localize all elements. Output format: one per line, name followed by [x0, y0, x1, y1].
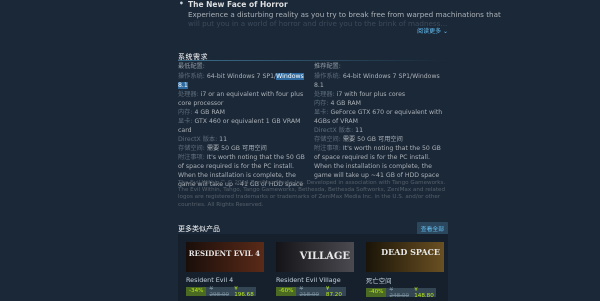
price-block: -60% ¥ 218.00 ¥ 87.20	[276, 285, 346, 298]
description-fade-text: will put you in a world of horror and dr…	[188, 19, 448, 28]
product-name[interactable]: 死亡空间	[366, 276, 444, 285]
memory-key: 内存:	[178, 109, 193, 116]
read-more-link[interactable]: 阅读更多 ⌄	[417, 26, 448, 35]
content-column: The New Face of Horror Experience a dist…	[170, 0, 501, 301]
os-key: 操作系统:	[314, 73, 341, 80]
discount-badge: -34%	[186, 287, 207, 296]
rec-gpu: 显卡: GeForce GTX 670 or equivalent with 4…	[314, 108, 446, 126]
min-gpu: 显卡: GTX 460 or equivalent 1 GB VRAM card	[178, 117, 310, 135]
min-memory: 内存: 4 GB RAM	[178, 108, 310, 117]
description-heading: The New Face of Horror	[179, 0, 288, 9]
storage-value: 需要 50 GB 可用空间	[206, 145, 267, 152]
min-title: 最低配置:	[178, 63, 205, 70]
os-value: 64-bit Windows 7 SP1/	[206, 73, 277, 80]
original-price: ¥ 298.00	[209, 285, 230, 298]
directx-key: DirectX 版本:	[178, 136, 218, 143]
min-storage: 存储空间: 需要 50 GB 可用空间	[178, 144, 310, 153]
storage-key: 存储空间:	[178, 145, 205, 152]
legal-notice: The Evil Within™ © 2014 ZeniMax Media In…	[178, 180, 446, 208]
similar-products-carousel: RESIDENT EVIL 4 Resident Evil 4 -34% ¥ 2…	[178, 234, 448, 301]
rec-notes: 附注事项: It's worth noting that the 50 GB o…	[314, 144, 446, 180]
product-name[interactable]: Resident Evil Village	[276, 276, 354, 284]
discount-badge: -40%	[366, 288, 387, 297]
min-cpu: 处理器: i7 or an equivalent with four plus …	[178, 90, 310, 108]
storage-key: 存储空间:	[314, 136, 341, 143]
directx-value: 11	[219, 136, 228, 143]
cpu-key: 处理器:	[178, 91, 199, 98]
discount-badge: -60%	[276, 287, 297, 296]
description-text: Experience a disturbing reality as you t…	[188, 10, 501, 19]
directx-key: DirectX 版本:	[314, 127, 354, 134]
thumbnail-logo: DEAD SPACE	[381, 247, 440, 257]
rec-memory: 内存: 4 GB RAM	[314, 99, 446, 108]
product-thumbnail[interactable]: VILLAGE	[276, 242, 354, 272]
memory-value: 4 GB RAM	[194, 109, 225, 116]
gpu-key: 显卡:	[178, 118, 193, 125]
game-description: The New Face of Horror Experience a dist…	[176, 0, 501, 35]
cpu-value: i7 with four plus cores	[336, 91, 406, 98]
product-thumbnail[interactable]: DEAD SPACE	[366, 242, 444, 272]
product-card[interactable]: DEAD SPACE 死亡空间 -40% ¥ 248.00 ¥ 148.80	[366, 242, 444, 299]
notes-key: 附注事项:	[314, 145, 341, 152]
original-price: ¥ 218.00	[299, 285, 320, 298]
store-page: The New Face of Horror Experience a dist…	[0, 0, 600, 301]
directx-value: 11	[355, 127, 364, 134]
final-price: ¥ 148.80	[414, 286, 434, 299]
os-key: 操作系统:	[178, 73, 205, 80]
gpu-value: GTX 460 or equivalent 1 GB VRAM card	[178, 118, 301, 134]
product-name[interactable]: Resident Evil 4	[186, 276, 264, 284]
more-like-heading: 更多类似产品	[178, 225, 220, 233]
section-divider	[178, 60, 448, 61]
thumbnail-logo: VILLAGE	[299, 251, 350, 262]
rec-os: 操作系统: 64-bit Windows 7 SP1/Windows 8.1	[314, 72, 446, 90]
memory-value: 4 GB RAM	[330, 100, 361, 107]
price-block: -40% ¥ 248.00 ¥ 148.80	[366, 286, 436, 299]
thumbnail-logo: RESIDENT EVIL 4	[188, 249, 260, 258]
notes-key: 附注事项:	[178, 154, 205, 161]
rec-storage: 存储空间: 需要 50 GB 可用空间	[314, 135, 446, 144]
rec-cpu: 处理器: i7 with four plus cores	[314, 90, 446, 99]
min-requirements: 最低配置: 操作系统: 64-bit Windows 7 SP1/Windows…	[178, 62, 310, 189]
memory-key: 内存:	[314, 100, 329, 107]
product-thumbnail[interactable]: RESIDENT EVIL 4	[186, 242, 264, 272]
rec-directx: DirectX 版本: 11	[314, 126, 446, 135]
gpu-value: GeForce GTX 670 or equivalent with 4GBs …	[314, 109, 443, 125]
rec-title: 推荐配置:	[314, 63, 341, 70]
product-card[interactable]: VILLAGE Resident Evil Village -60% ¥ 218…	[276, 242, 354, 298]
min-os: 操作系统: 64-bit Windows 7 SP1/Windows 8.1	[178, 72, 310, 90]
rec-requirements: 推荐配置: 操作系统: 64-bit Windows 7 SP1/Windows…	[314, 62, 446, 180]
final-price: ¥ 196.68	[234, 285, 254, 298]
storage-value: 需要 50 GB 可用空间	[342, 136, 403, 143]
final-price: ¥ 87.20	[325, 285, 342, 298]
original-price: ¥ 248.00	[389, 286, 410, 299]
product-card[interactable]: RESIDENT EVIL 4 Resident Evil 4 -34% ¥ 2…	[186, 242, 264, 298]
cpu-key: 处理器:	[314, 91, 335, 98]
price-block: -34% ¥ 298.00 ¥ 196.68	[186, 285, 256, 298]
min-directx: DirectX 版本: 11	[178, 135, 310, 144]
gpu-key: 显卡:	[314, 109, 329, 116]
